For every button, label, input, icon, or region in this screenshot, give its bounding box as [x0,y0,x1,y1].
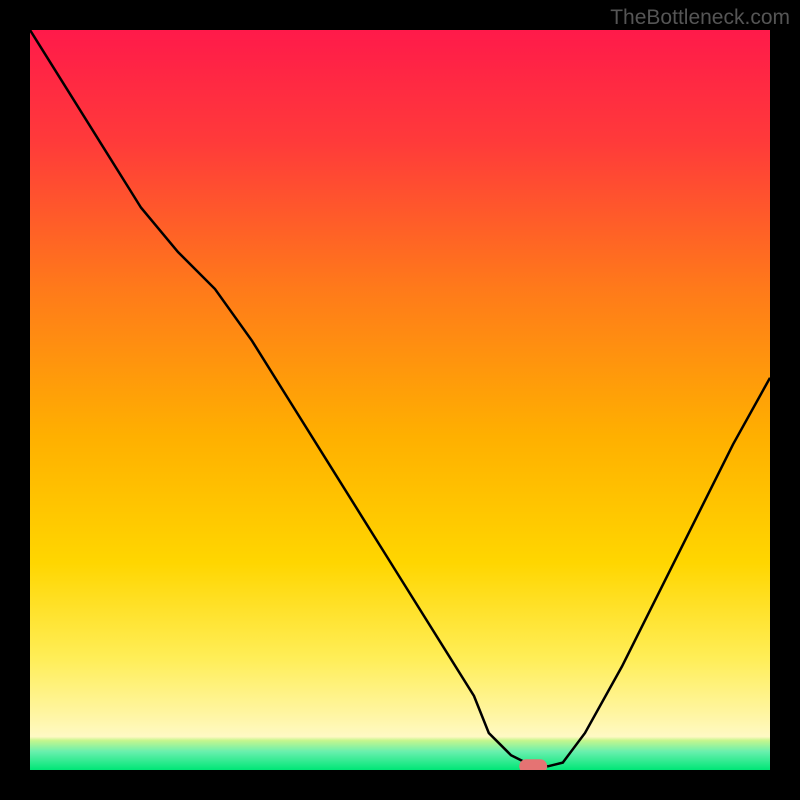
watermark-text: TheBottleneck.com [610,6,790,30]
optimal-marker [519,759,547,770]
gradient-background [30,30,770,770]
bottleneck-chart [30,30,770,770]
chart-svg [30,30,770,770]
